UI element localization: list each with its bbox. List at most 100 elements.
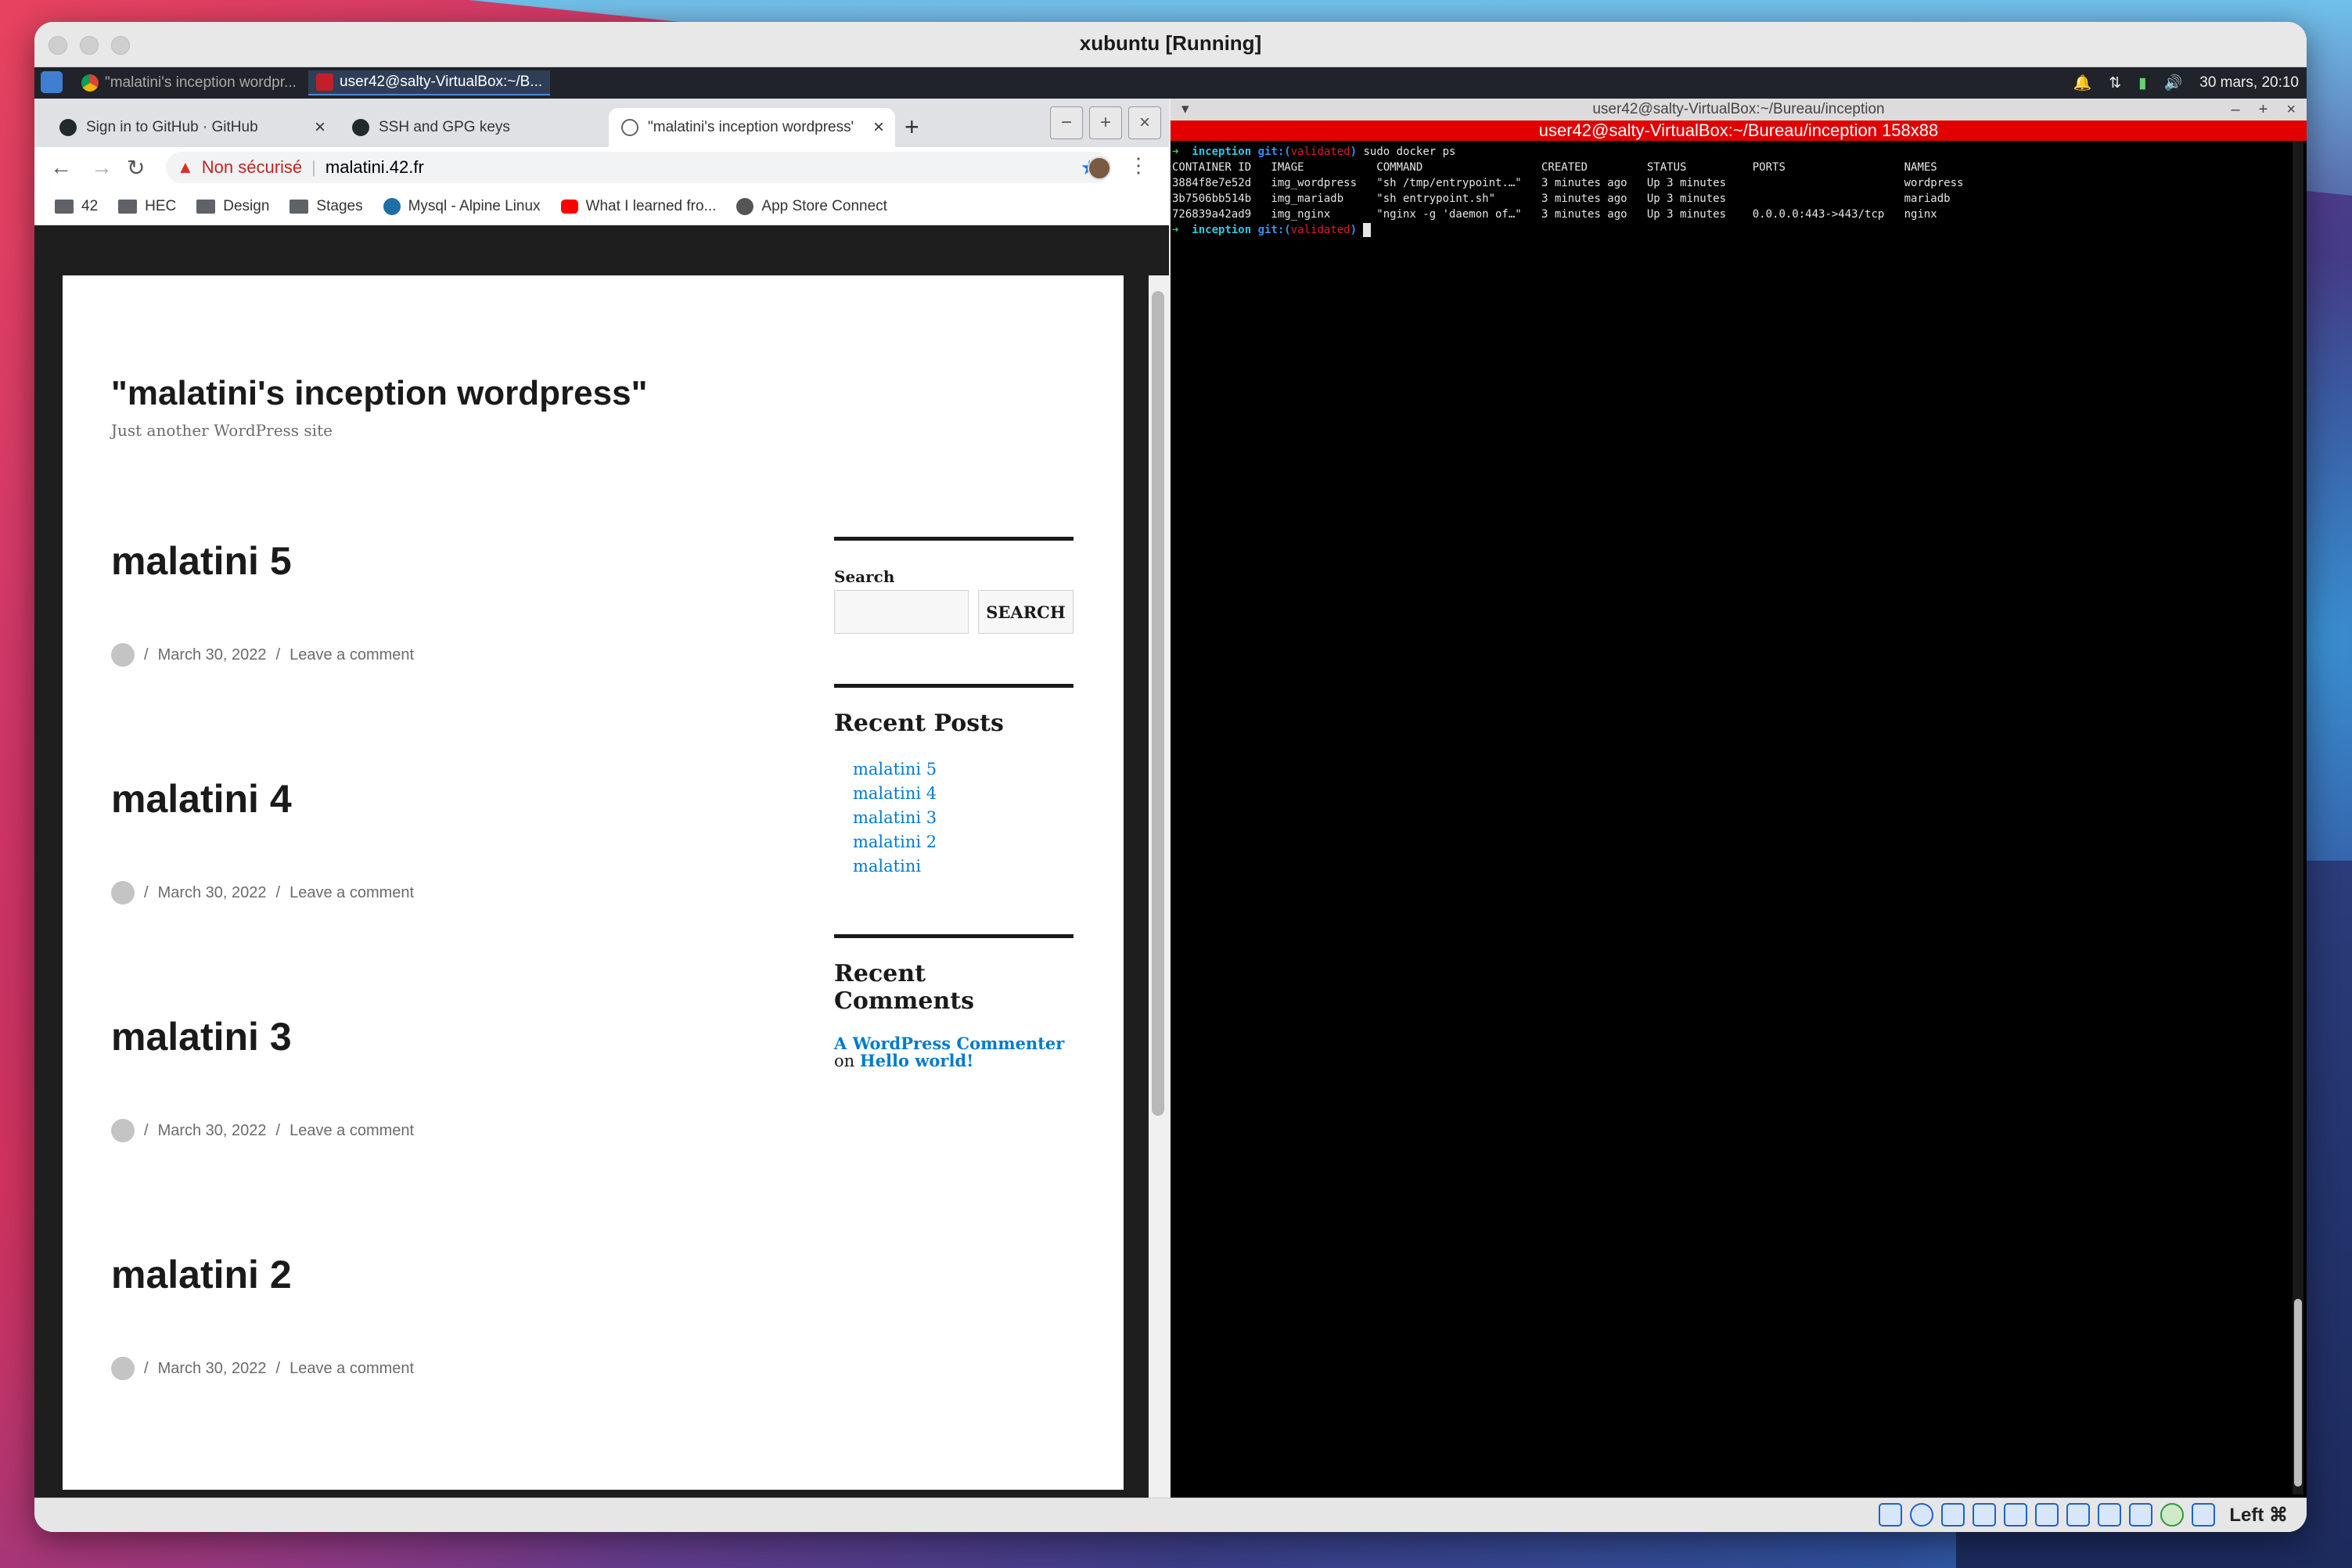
prompt-git-close: ): [1350, 146, 1358, 158]
cpu-icon[interactable]: [2129, 1503, 2153, 1527]
bookmark-what-i-learned[interactable]: What I learned fro...: [560, 197, 717, 215]
recent-post-link[interactable]: malatini 5: [853, 757, 1074, 782]
bookmark-app-store-connect[interactable]: App Store Connect: [736, 197, 887, 215]
usb-icon[interactable]: [2004, 1503, 2028, 1527]
bookmark-label: Stages: [316, 197, 363, 214]
scrollbar-thumb[interactable]: [1152, 291, 1164, 1116]
recent-post-link[interactable]: malatini 3: [853, 806, 1074, 830]
author-avatar-icon[interactable]: [111, 643, 135, 667]
terminal-scrollbar[interactable]: [2293, 141, 2303, 1494]
new-tab-button[interactable]: +: [904, 113, 919, 142]
audio-icon[interactable]: [1941, 1503, 1965, 1527]
post-title[interactable]: malatini 5: [111, 538, 753, 584]
post-title[interactable]: malatini 4: [111, 776, 753, 822]
minimize-icon[interactable]: −: [1050, 106, 1083, 139]
terminal-cursor: [1363, 223, 1372, 237]
scrollbar-thumb[interactable]: [2294, 1299, 2302, 1487]
tab-wordpress[interactable]: "malatini's inception wordpress" ×: [609, 108, 895, 147]
search-widget: Search SEARCH: [834, 537, 1074, 638]
chrome-window-controls: − + ×: [1050, 106, 1161, 139]
author-avatar-icon[interactable]: [111, 1119, 135, 1142]
widget-divider: [834, 684, 1074, 688]
close-icon[interactable]: ×: [1128, 106, 1161, 139]
tab-github-signin[interactable]: Sign in to GitHub · GitHub ×: [47, 108, 336, 147]
profile-avatar[interactable]: [1088, 156, 1111, 180]
folder-icon: [118, 199, 138, 214]
site-title[interactable]: "malatini's inception wordpress": [111, 374, 647, 413]
reload-icon[interactable]: ↻: [127, 155, 145, 181]
table-row: 3884f8e7e52d img_wordpress "sh /tmp/entr…: [1172, 177, 1964, 189]
search-input[interactable]: [834, 590, 969, 634]
shared-folders-icon[interactable]: [2035, 1503, 2059, 1527]
leave-comment-link[interactable]: Leave a comment: [290, 1122, 414, 1140]
battery-icon[interactable]: ▮: [2138, 74, 2146, 92]
tab-label: SSH and GPG keys: [379, 119, 510, 135]
tab-close-icon[interactable]: ×: [315, 117, 325, 138]
leave-comment-link[interactable]: Leave a comment: [290, 1360, 414, 1378]
whisker-menu-icon[interactable]: [41, 71, 63, 93]
optical-drive-icon[interactable]: [1910, 1503, 1934, 1527]
terminal-menu-icon[interactable]: ▾: [1181, 99, 1189, 120]
tab-close-icon[interactable]: ×: [873, 117, 884, 138]
maximize-icon[interactable]: +: [1089, 106, 1122, 139]
prompt-branch: validated: [1290, 146, 1350, 158]
prompt-git: git:(: [1257, 146, 1291, 158]
bookmark-label: 42: [81, 197, 99, 214]
alpine-linux-icon: [383, 197, 401, 215]
leave-comment-link[interactable]: Leave a comment: [290, 646, 414, 664]
folder-icon: [55, 199, 74, 214]
terminal-output[interactable]: ➜ inception git:(validated) sudo docker …: [1171, 141, 2307, 241]
comment-on-text: on: [834, 1052, 855, 1070]
panel-task-terminal[interactable]: user42@salty-VirtualBox:~/B...: [308, 70, 551, 95]
recent-post-link[interactable]: malatini 2: [853, 830, 1074, 854]
bookmark-label: What I learned fro...: [585, 197, 717, 214]
tab-ssh-gpg-keys[interactable]: SSH and GPG keys ×: [340, 108, 629, 147]
security-indicator[interactable]: Non sécurisé: [202, 157, 302, 178]
author-avatar-icon[interactable]: [111, 881, 135, 904]
bookmark-42[interactable]: 42: [55, 198, 98, 215]
minimize-icon[interactable]: –: [2232, 99, 2240, 120]
post-date[interactable]: March 30, 2022: [158, 884, 267, 902]
chrome-scrollbar[interactable]: [1149, 275, 1169, 1498]
maximize-icon[interactable]: +: [2259, 99, 2268, 120]
network-adapter-icon[interactable]: [1973, 1503, 1997, 1527]
close-icon[interactable]: ×: [2286, 99, 2296, 120]
globe-icon[interactable]: [2160, 1503, 2185, 1527]
post-date[interactable]: March 30, 2022: [158, 1122, 267, 1140]
recent-post-link[interactable]: malatini: [853, 854, 1074, 879]
download-arrow-icon[interactable]: [2192, 1503, 2216, 1527]
folder-icon: [196, 199, 216, 214]
notification-bell-icon[interactable]: 🔔: [2073, 74, 2092, 92]
recent-post-link[interactable]: malatini 4: [853, 782, 1074, 806]
omnibox[interactable]: ▲ Non sécurisé | malatini.42.fr ★: [166, 152, 1111, 183]
post-date[interactable]: March 30, 2022: [158, 646, 267, 664]
display-icon[interactable]: [2066, 1503, 2091, 1527]
bookmark-hec[interactable]: HEC: [118, 198, 176, 215]
back-icon[interactable]: ←: [50, 155, 72, 180]
comment-post-link[interactable]: Hello world!: [860, 1051, 974, 1070]
leave-comment-link[interactable]: Leave a comment: [290, 884, 414, 902]
panel-task-label: "malatini's inception wordpr...: [105, 74, 297, 91]
vm-title: xubuntu [Running]: [1079, 31, 1262, 55]
meta-separator: /: [144, 883, 149, 901]
search-button[interactable]: SEARCH: [978, 590, 1074, 634]
hard-disk-icon[interactable]: [1879, 1503, 1903, 1527]
menu-kebab-icon[interactable]: ⋮: [1128, 153, 1149, 178]
panel-task-chrome[interactable]: "malatini's inception wordpr...: [74, 70, 304, 95]
bookmark-stages[interactable]: Stages: [290, 197, 363, 215]
clock[interactable]: 30 mars, 20:10: [2199, 74, 2299, 92]
forward-icon[interactable]: →: [91, 155, 113, 180]
prompt-branch: validated: [1290, 224, 1350, 236]
bookmark-design[interactable]: Design: [196, 198, 269, 215]
url-text[interactable]: malatini.42.fr: [325, 157, 424, 178]
video-capture-icon[interactable]: [2098, 1503, 2122, 1527]
bookmark-mysql[interactable]: Mysql - Alpine Linux: [383, 197, 541, 215]
warning-icon[interactable]: ▲: [177, 157, 194, 178]
post-title[interactable]: malatini 3: [111, 1014, 753, 1059]
volume-icon[interactable]: 🔊: [2164, 74, 2183, 92]
post-title[interactable]: malatini 2: [111, 1252, 753, 1297]
network-icon[interactable]: ⇅: [2109, 74, 2121, 92]
xfce-panel: "malatini's inception wordpr... user42@s…: [34, 67, 2307, 99]
post-date[interactable]: March 30, 2022: [158, 1360, 267, 1378]
author-avatar-icon[interactable]: [111, 1357, 135, 1380]
